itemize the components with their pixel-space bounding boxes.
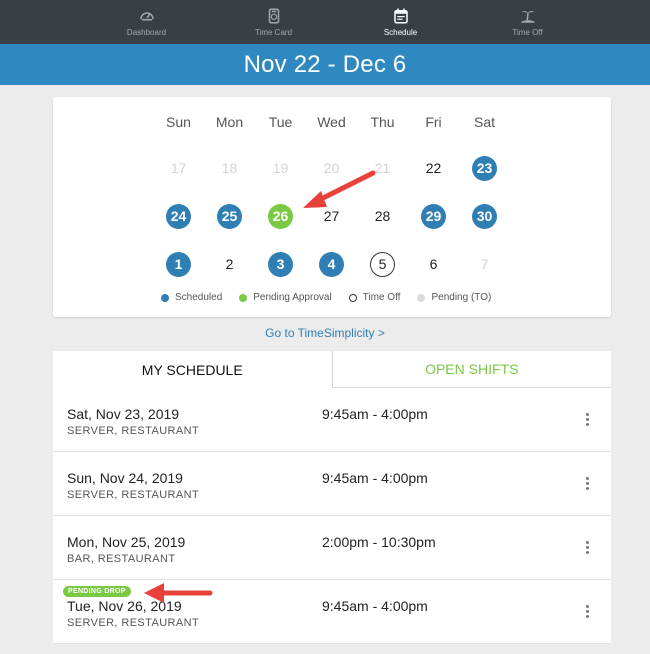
- calendar-day-cell[interactable]: 29: [408, 203, 459, 229]
- shift-row[interactable]: Sun, Nov 24, 2019 SERVER, RESTAURANT 9:45a…: [53, 452, 611, 516]
- calendar-day-cell[interactable]: 23: [459, 155, 510, 181]
- shift-role: BAR, RESTAURANT: [67, 553, 176, 565]
- time-off-icon: [520, 10, 535, 23]
- legend-item: Pending Approval: [239, 292, 332, 303]
- calendar-day-muted: 7: [480, 256, 489, 272]
- tab-my-schedule[interactable]: MY SCHEDULE: [53, 351, 332, 388]
- legend-label: Time Off: [362, 292, 401, 303]
- calendar-day-scheduled: 1: [166, 251, 191, 277]
- calendar-day-cell[interactable]: 25: [204, 203, 255, 229]
- calendar-day-cell[interactable]: 18: [204, 156, 255, 181]
- weekday-label: Wed: [317, 113, 346, 130]
- calendar-week-row: 1 2 345 6 7: [153, 240, 510, 288]
- calendar-day-scheduled: 29: [421, 203, 446, 229]
- legend-dot-icon: [417, 293, 426, 302]
- nav-time-off-label: Time Off: [512, 28, 543, 37]
- schedule-tabs: MY SCHEDULE OPEN SHIFTS: [53, 351, 611, 388]
- more-options-icon[interactable]: [583, 605, 591, 621]
- date-range-header: Nov 22 - Dec 6: [0, 44, 650, 85]
- weekday-label: Tue: [268, 113, 293, 130]
- calendar-day-normal: 6: [429, 256, 438, 272]
- date-range-title: Nov 22 - Dec 6: [243, 50, 407, 78]
- calendar-day-scheduled: 23: [472, 155, 497, 181]
- time-card-icon: [268, 8, 279, 24]
- calendar-day-muted: 17: [170, 160, 187, 176]
- dashboard-icon: [139, 12, 154, 21]
- tab-open-shifts[interactable]: OPEN SHIFTS: [331, 351, 611, 388]
- shift-role: SERVER, RESTAURANT: [67, 489, 200, 501]
- calendar-day-scheduled: 3: [268, 251, 293, 277]
- annotation-arrow-icon: [144, 583, 213, 603]
- annotation-arrow-icon: [303, 170, 376, 208]
- weekday-label: Fri: [425, 113, 442, 130]
- shift-row[interactable]: Sat, Nov 23, 2019 SERVER, RESTAURANT 9:45a…: [53, 388, 611, 452]
- nav-time-card-label: Time Card: [254, 28, 293, 37]
- shift-row[interactable]: PENDING DROP Tue, Nov 26, 2019 SERVER, RES…: [53, 580, 611, 644]
- shift-time: 9:45am - 4:00pm: [322, 470, 428, 486]
- calendar-legend: Scheduled Pending Approval Time Off Pending…: [161, 292, 508, 303]
- calendar-day-pending: 26: [268, 203, 293, 229]
- calendar-day-cell[interactable]: 2: [204, 252, 255, 277]
- pending-drop-badge: PENDING DROP: [63, 586, 131, 597]
- nav-schedule[interactable]: Schedule: [337, 0, 464, 44]
- shift-time: 9:45am - 4:00pm: [322, 598, 428, 614]
- calendar-day-cell[interactable]: 30: [459, 203, 510, 229]
- shift-date: Mon, Nov 25, 2019: [67, 534, 186, 550]
- calendar-day-scheduled: 24: [166, 203, 191, 229]
- weekday-label: Thu: [370, 113, 395, 130]
- shift-list: Sat, Nov 23, 2019 SERVER, RESTAURANT 9:45a…: [53, 388, 611, 644]
- calendar-day-muted: 19: [272, 160, 289, 176]
- shift-row[interactable]: Mon, Nov 25, 2019 BAR, RESTAURANT 2:00pm -…: [53, 516, 611, 580]
- nav-time-card[interactable]: Time Card: [210, 0, 337, 44]
- legend-label: Scheduled: [175, 292, 223, 303]
- calendar-day-cell[interactable]: 3: [255, 251, 306, 277]
- nav-dashboard[interactable]: Dashboard: [83, 0, 210, 44]
- weekday-label: Sat: [473, 113, 495, 130]
- shift-time: 9:45am - 4:00pm: [322, 406, 428, 422]
- legend-dot-icon: [239, 293, 248, 302]
- nav-time-off[interactable]: Time Off: [464, 0, 591, 44]
- legend-item: Time Off: [348, 292, 401, 303]
- shift-time: 2:00pm - 10:30pm: [322, 534, 436, 550]
- shift-date: Sun, Nov 24, 2019: [67, 470, 183, 486]
- legend-item: Scheduled: [161, 292, 222, 303]
- calendar-day-cell[interactable]: 22: [408, 156, 459, 181]
- calendar-day-timeoff: 5: [370, 251, 395, 277]
- calendar-day-normal: 2: [225, 256, 234, 272]
- weekday-label: Sun: [166, 113, 191, 130]
- top-nav: Dashboard Time Card Schedule Time Off: [0, 0, 650, 44]
- legend-label: Pending Approval: [253, 292, 332, 303]
- calendar-day-cell[interactable]: 6: [408, 252, 459, 277]
- legend-dot-icon: [348, 293, 357, 302]
- go-to-timesimplicity-link[interactable]: Go to TimeSimplicity >: [0, 326, 650, 340]
- calendar-day-scheduled: 25: [217, 203, 242, 229]
- calendar-day-cell[interactable]: 4: [306, 251, 357, 277]
- weekday-label: Mon: [215, 113, 244, 130]
- shift-date: Sat, Nov 23, 2019: [67, 406, 180, 422]
- calendar-day-cell[interactable]: 17: [153, 156, 204, 181]
- nav-dashboard-label: Dashboard: [126, 28, 167, 37]
- schedule-icon: [393, 8, 408, 24]
- legend-label: Pending (TO): [431, 292, 492, 303]
- calendar-day-cell[interactable]: 24: [153, 203, 204, 229]
- more-options-icon[interactable]: [583, 413, 591, 429]
- legend-dot-icon: [161, 293, 169, 302]
- calendar-day-cell[interactable]: 1: [153, 251, 204, 277]
- calendar-day-cell[interactable]: 7: [459, 252, 510, 277]
- calendar-day-cell[interactable]: 5: [357, 251, 408, 277]
- nav-schedule-label: Schedule: [383, 28, 418, 37]
- calendar-day-normal: 22: [425, 160, 442, 176]
- weekday-header-row: Sun Mon Tue Wed Thu Fri Sat: [153, 97, 510, 144]
- calendar-day-muted: 18: [221, 160, 238, 176]
- more-options-icon[interactable]: [583, 477, 591, 493]
- calendar-day-scheduled: 30: [472, 203, 497, 229]
- shift-role: SERVER, RESTAURANT: [67, 617, 200, 629]
- shift-role: SERVER, RESTAURANT: [67, 425, 200, 437]
- legend-item: Pending (TO): [417, 292, 491, 303]
- calendar-day-scheduled: 4: [319, 251, 344, 277]
- more-options-icon[interactable]: [583, 541, 591, 557]
